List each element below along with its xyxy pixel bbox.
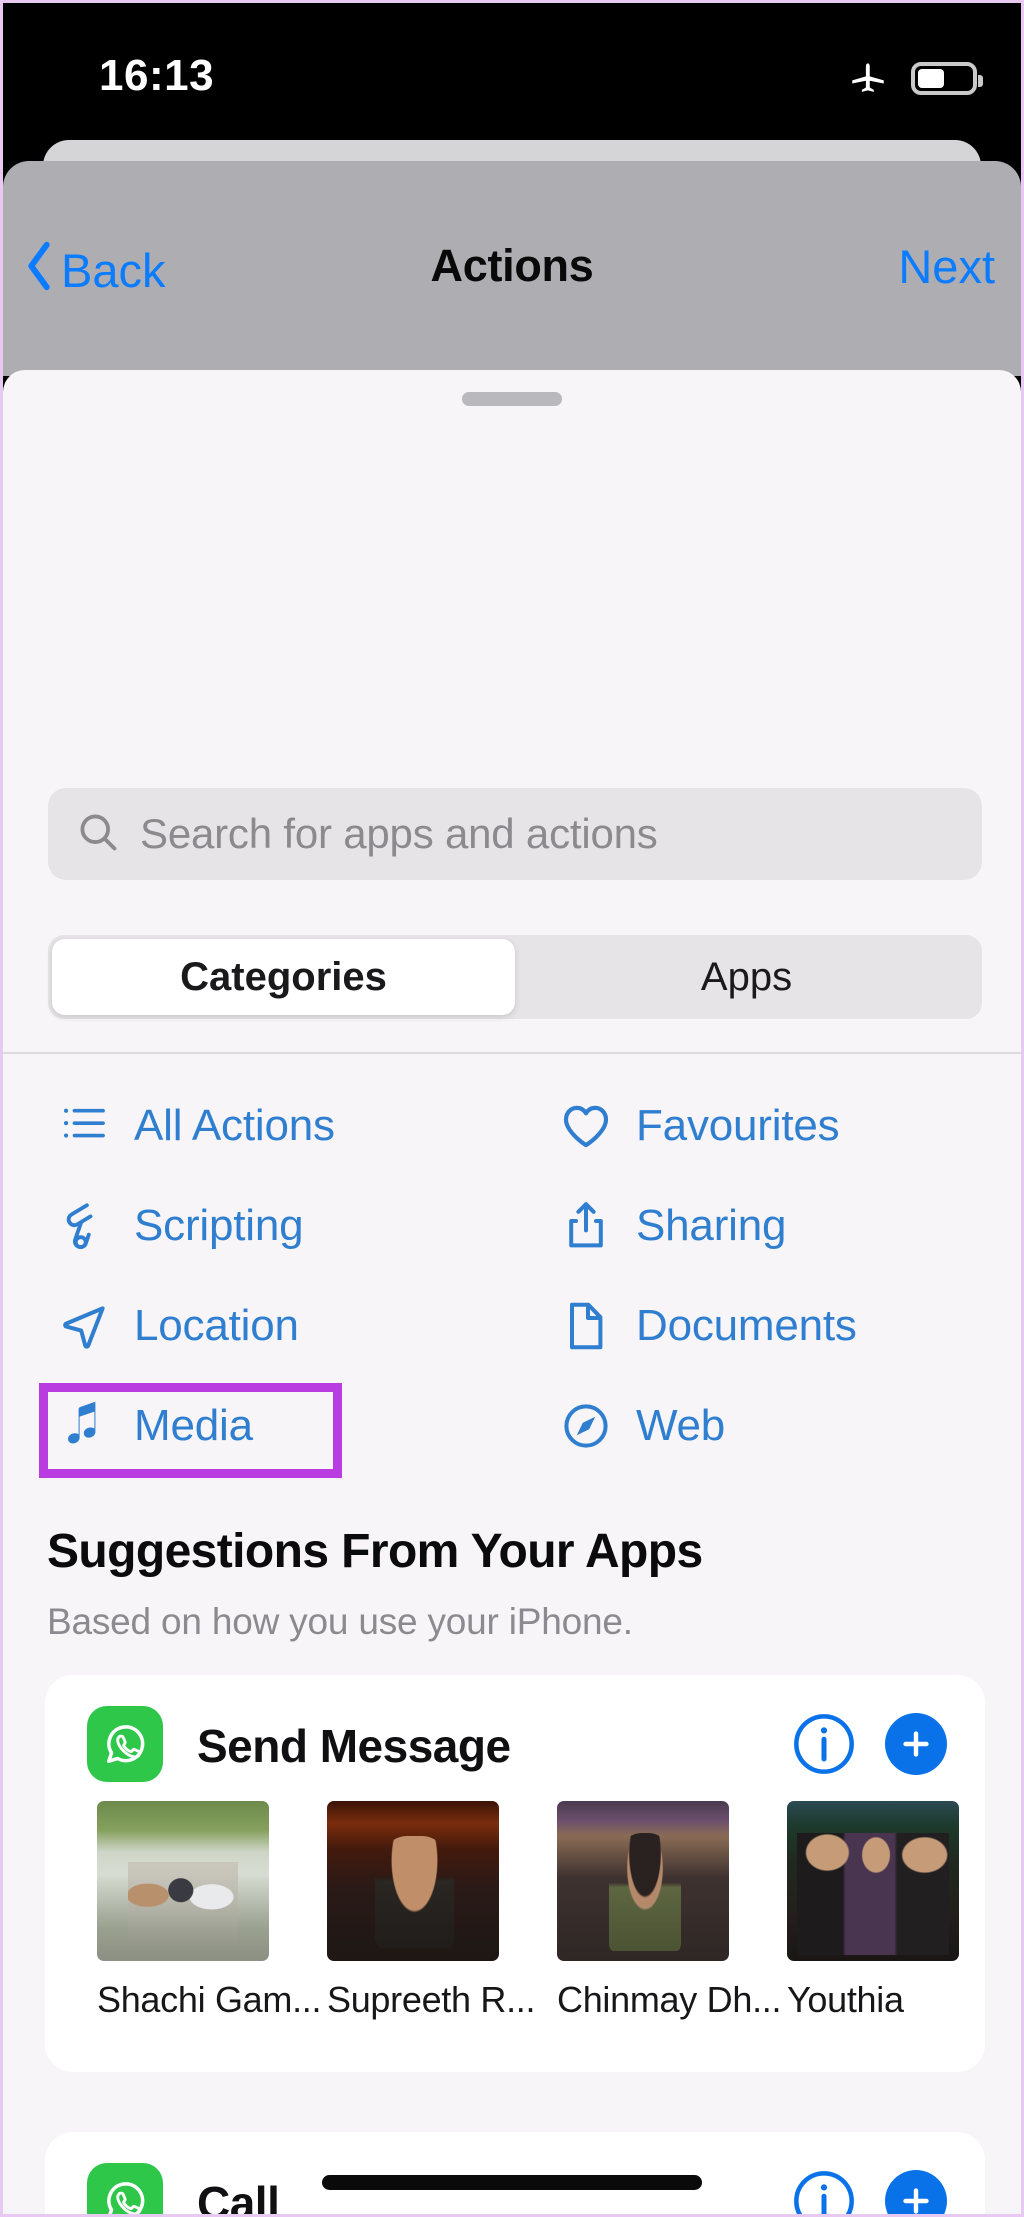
share-icon [560,1200,612,1252]
contact-photo [557,1801,729,1961]
category-label: Documents [636,1301,857,1350]
category-item-favourites[interactable]: Favourites [512,1090,1021,1162]
category-item-scripting[interactable]: Scripting [3,1190,512,1262]
contact-photo [787,1801,959,1961]
contact-name: Shachi Gam... [97,1979,322,2020]
categories-grid: All Actions Favourites Scripting Sharing… [3,1090,1021,1462]
location-arrow-icon [58,1300,110,1352]
segmented-control: Categories Apps [48,935,982,1019]
category-label: Favourites [636,1101,840,1150]
battery-fill [918,69,944,88]
contact-item[interactable]: Shachi Gam... [97,1801,322,2021]
card-title: Send Message [197,1720,511,1772]
category-label: Location [134,1301,299,1350]
status-bar: 16:13 [3,3,1021,153]
contact-name: Youthia [787,1979,904,2020]
music-note-icon [58,1400,110,1452]
category-label: Web [636,1401,726,1450]
airplane-mode-icon [845,55,891,102]
whatsapp-icon [87,2163,163,2214]
category-label: Media [134,1401,253,1450]
whatsapp-icon [87,1706,163,1782]
add-button[interactable] [885,1713,947,1775]
contact-photo [97,1801,269,1961]
contact-item[interactable]: Youthia [787,1801,959,2021]
category-item-documents[interactable]: Documents [512,1290,1021,1362]
info-button[interactable] [793,1713,855,1775]
suggestions-subheading: Based on how you use your iPhone. [47,1601,633,1642]
scripting-icon [58,1200,110,1252]
contacts-row: Shachi Gam... Supreeth R... Chinmay Dh..… [45,1801,959,2021]
category-item-all-actions[interactable]: All Actions [3,1090,512,1162]
info-button[interactable] [793,2170,855,2214]
category-item-media[interactable]: Media [3,1390,512,1462]
category-item-web[interactable]: Web [512,1390,1021,1462]
contact-item[interactable]: Chinmay Dh... [557,1801,782,2021]
add-button[interactable] [885,2170,947,2214]
category-item-sharing[interactable]: Sharing [512,1190,1021,1262]
document-icon [560,1300,612,1352]
tab-categories[interactable]: Categories [52,939,515,1015]
card-title: Call [197,2177,280,2214]
category-label: All Actions [134,1101,335,1150]
category-label: Sharing [636,1201,787,1250]
contact-name: Chinmay Dh... [557,1979,782,2020]
sheet-grabber[interactable] [462,392,562,406]
contact-name: Supreeth R... [327,1979,536,2020]
page-title: Actions [430,240,594,291]
status-time: 16:13 [99,51,215,100]
search-placeholder: Search for apps and actions [140,810,658,857]
navigation-bar: Back Actions Next [3,161,1021,376]
suggestion-card-send-message: Send Message Shachi Gam... Supreeth R...… [45,1675,985,2072]
actions-sheet: Search for apps and actions Categories A… [3,370,1021,2214]
suggestions-heading: Suggestions From Your Apps [47,1525,703,1578]
phone-screen: 16:13 Back Actions Next Search for apps … [0,0,1024,2217]
search-icon [76,810,120,859]
card-header: Send Message [45,1675,985,1805]
home-indicator[interactable] [322,2175,702,2190]
suggestion-card-call: Call Shachi [45,2132,985,2214]
card-header: Call [45,2132,985,2214]
heart-icon [560,1100,612,1152]
status-indicators [845,55,983,102]
search-input[interactable]: Search for apps and actions [48,788,982,880]
next-button[interactable]: Next [898,239,995,294]
category-item-location[interactable]: Location [3,1290,512,1362]
battery-icon [911,62,983,95]
section-divider [3,1052,1021,1054]
compass-icon [560,1400,612,1452]
list-bullet-icon [58,1100,110,1152]
contact-item[interactable]: Supreeth R... [327,1801,536,2021]
contact-photo [327,1801,499,1961]
category-label: Scripting [134,1201,304,1250]
tab-apps[interactable]: Apps [515,939,978,1015]
